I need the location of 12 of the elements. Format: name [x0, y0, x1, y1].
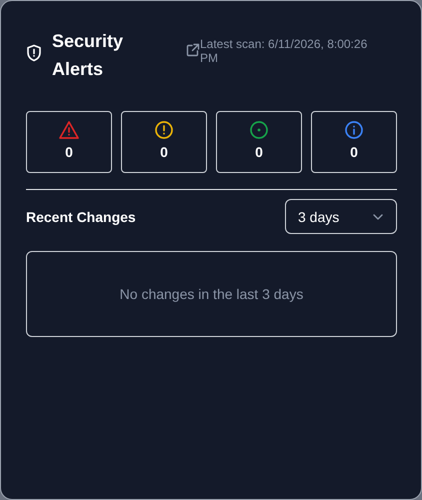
alert-count: 0 — [160, 144, 168, 160]
section-title: Recent Changes — [26, 208, 136, 224]
latest-scan-text: Latest scan: 6/11/2026, 8:00:26 PM — [200, 37, 368, 65]
card-title: Security Alerts — [52, 30, 124, 81]
alert-count: 0 — [255, 144, 263, 160]
range-dropdown[interactable]: 3 days — [285, 199, 397, 234]
alert-count: 0 — [65, 144, 73, 160]
empty-message: No changes in the last 3 days — [120, 286, 304, 302]
chevron-down-icon — [372, 212, 384, 220]
external-link-icon[interactable] — [186, 43, 200, 57]
shield-icon — [26, 44, 42, 62]
alert-count: 0 — [350, 144, 358, 160]
